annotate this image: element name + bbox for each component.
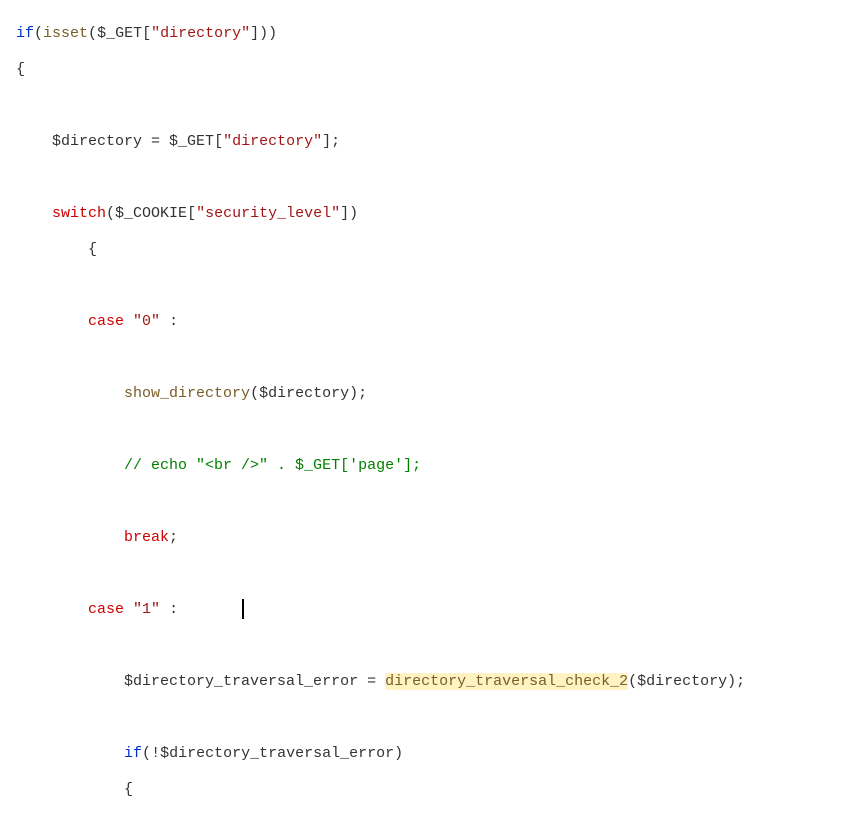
comment: // echo "<br />" . $_GET['page'];	[124, 457, 421, 474]
bracket-open: [	[142, 25, 151, 42]
brace-open: {	[88, 241, 97, 258]
not-operator: !	[151, 745, 160, 762]
string-one: "1"	[133, 601, 160, 618]
semicolon: ;	[169, 529, 178, 546]
equals: =	[358, 673, 385, 690]
bracket-open: [	[214, 133, 223, 150]
bracket-close: ]))	[250, 25, 277, 42]
keyword-case: case	[88, 313, 124, 330]
paren-open: (	[106, 205, 115, 222]
string-security-level: "security_level"	[196, 205, 340, 222]
bracket-close: ];	[322, 133, 340, 150]
string-directory: "directory"	[151, 25, 250, 42]
text-cursor	[242, 599, 244, 619]
variable-directory: $directory	[259, 385, 349, 402]
brace-open: {	[16, 61, 25, 78]
colon: :	[160, 313, 178, 330]
colon: :	[160, 601, 178, 618]
keyword-case: case	[88, 601, 124, 618]
paren-open: (	[34, 25, 43, 42]
paren-close: );	[349, 385, 367, 402]
keyword-if: if	[16, 25, 34, 42]
variable-get: $_GET	[169, 133, 214, 150]
equals: =	[142, 133, 169, 150]
variable-get: $_GET	[97, 25, 142, 42]
variable-traversal-error: $directory_traversal_error	[124, 673, 358, 690]
paren-open: (	[142, 745, 151, 762]
keyword-switch: switch	[52, 205, 106, 222]
bracket-close: ])	[340, 205, 358, 222]
function-traversal-check: directory_traversal_check_2	[385, 673, 628, 690]
paren-open: (	[250, 385, 259, 402]
code-block: if(isset($_GET["directory"])) { $directo…	[16, 16, 837, 808]
paren-close: );	[727, 673, 745, 690]
keyword-if: if	[124, 745, 142, 762]
variable-cookie: $_COOKIE	[115, 205, 187, 222]
paren-open: (	[88, 25, 97, 42]
brace-open: {	[124, 781, 133, 798]
variable-traversal-error: $directory_traversal_error	[160, 745, 394, 762]
bracket-open: [	[187, 205, 196, 222]
paren-close: )	[394, 745, 403, 762]
variable-directory: $directory	[52, 133, 142, 150]
keyword-break: break	[124, 529, 169, 546]
paren-open: (	[628, 673, 637, 690]
function-isset: isset	[43, 25, 88, 42]
string-zero: "0"	[133, 313, 160, 330]
function-show-directory: show_directory	[124, 385, 250, 402]
variable-directory: $directory	[637, 673, 727, 690]
string-directory: "directory"	[223, 133, 322, 150]
